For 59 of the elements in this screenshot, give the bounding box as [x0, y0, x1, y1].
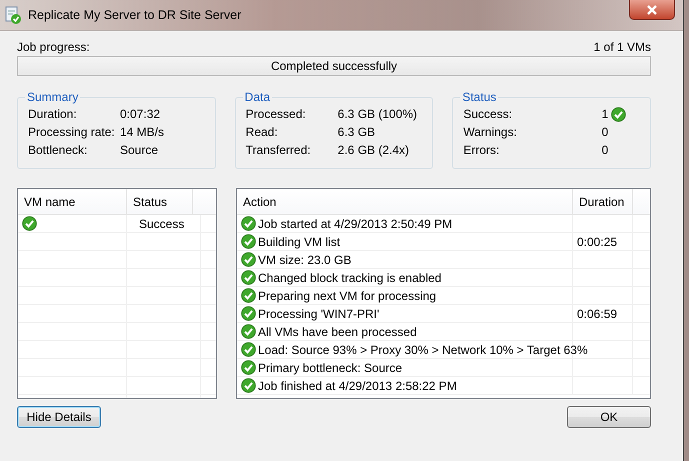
column-header[interactable]: VM name	[18, 189, 127, 214]
duration-text: 0:06:59	[577, 306, 618, 320]
progress-label: Job progress:	[17, 40, 90, 55]
action-text: Preparing next VM for processing	[258, 288, 436, 302]
field-label: Processed:	[246, 107, 307, 121]
field-label: Success:	[463, 107, 514, 121]
status-text: Success	[139, 216, 184, 230]
success-icon	[241, 360, 256, 375]
ok-button[interactable]: OK	[567, 406, 651, 428]
field-label: Read:	[246, 125, 279, 139]
field-value: 0	[600, 125, 608, 139]
success-icon	[22, 216, 37, 231]
success-icon	[241, 378, 256, 393]
field-value: 0	[600, 143, 608, 157]
group-title: Summary	[25, 90, 80, 104]
action-text: Primary bottleneck: Source	[258, 360, 402, 374]
action-text: Job started at 4/29/2013 2:50:49 PM	[258, 216, 452, 230]
field-value: 2.6 GB (2.4x)	[338, 143, 410, 157]
field-label: Errors:	[463, 143, 500, 157]
action-text: Changed block tracking is enabled	[258, 270, 442, 284]
success-icon	[241, 288, 256, 303]
group-title: Data	[242, 90, 272, 104]
success-icon	[241, 306, 256, 321]
field-label: Transferred:	[246, 143, 312, 157]
field-value: 14 MB/s	[120, 125, 166, 139]
field-label: Processing rate:	[28, 125, 116, 139]
success-icon	[241, 252, 256, 267]
column-header[interactable]: Status	[127, 189, 193, 214]
duration-text: 0:00:25	[577, 234, 618, 248]
hide-details-button[interactable]: Hide Details	[17, 406, 101, 428]
success-icon	[241, 324, 256, 339]
action-text: All VMs have been processed	[258, 324, 417, 338]
action-text: Building VM list	[258, 234, 340, 248]
close-icon	[646, 4, 658, 14]
field-value: 6.3 GB (100%)	[338, 107, 418, 121]
progress-text: Completed successfully	[270, 59, 398, 73]
window-icon	[4, 6, 22, 24]
success-icon	[241, 270, 256, 285]
success-icon	[241, 216, 256, 231]
field-value: 1	[600, 107, 608, 121]
action-text: Job finished at 4/29/2013 2:58:22 PM	[258, 378, 457, 392]
window-title: Replicate My Server to DR Site Server	[28, 8, 242, 22]
success-icon	[241, 342, 256, 357]
success-icon	[241, 234, 256, 249]
action-text: Load: Source 93% > Proxy 30% > Network 10% > Target 63%	[258, 342, 588, 356]
field-label: Bottleneck:	[28, 143, 88, 157]
action-text: Processing 'WIN7-PRI'	[258, 306, 380, 320]
column-header[interactable]: Action	[237, 189, 573, 214]
field-label: Warnings:	[463, 125, 518, 139]
success-icon	[610, 106, 626, 122]
column-header[interactable]: Duration	[573, 189, 633, 214]
field-value: 0:07:32	[120, 107, 162, 121]
group-title: Status	[460, 90, 498, 104]
vm-count: 1 of 1 VMs	[594, 40, 651, 55]
field-value: Source	[120, 143, 160, 157]
field-value: 6.3 GB	[338, 125, 376, 139]
field-label: Duration:	[28, 107, 78, 121]
close-button[interactable]	[629, 0, 675, 20]
action-text: VM size: 23.0 GB	[258, 252, 352, 266]
